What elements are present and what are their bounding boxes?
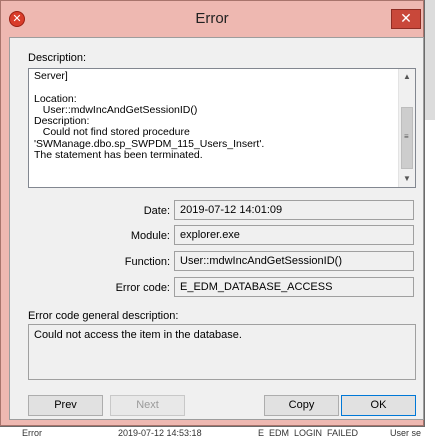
description-scrollbar[interactable]: ▲ ≡ ▼: [398, 69, 415, 187]
scroll-thumb[interactable]: ≡: [401, 107, 413, 169]
error-general-label: Error code general description:: [28, 310, 179, 322]
function-field[interactable]: User::mdwIncAndGetSessionID(): [174, 251, 414, 271]
module-label: Module:: [130, 230, 170, 242]
dialog-title: Error: [195, 10, 229, 27]
description-textarea[interactable]: Server] Location: User::mdwIncAndGetSess…: [28, 68, 416, 188]
background-window-edge: [425, 0, 435, 437]
background-row-user: User se: [390, 428, 422, 437]
description-label: Description:: [28, 52, 87, 64]
prev-button[interactable]: Prev: [28, 395, 103, 416]
next-button[interactable]: Next: [110, 395, 185, 416]
error-dialog: ✕ Error ✕ Description: Server] Location:…: [0, 0, 424, 426]
background-row-status: Error: [22, 428, 42, 437]
module-field[interactable]: explorer.exe: [174, 225, 414, 245]
error-code-field[interactable]: E_EDM_DATABASE_ACCESS: [174, 277, 414, 297]
title-bar[interactable]: ✕ Error ✕: [1, 1, 423, 37]
date-field[interactable]: 2019-07-12 14:01:09: [174, 200, 414, 220]
background-row-code: E_EDM_LOGIN_FAILED: [258, 428, 359, 437]
date-label: Date:: [143, 205, 170, 217]
scroll-down-icon[interactable]: ▼: [399, 171, 415, 187]
dialog-content: Description: Server] Location: User::mdw…: [9, 37, 424, 420]
close-button[interactable]: ✕: [391, 9, 421, 29]
ok-button[interactable]: OK: [341, 395, 416, 416]
scroll-up-icon[interactable]: ▲: [399, 69, 415, 85]
copy-button[interactable]: Copy: [264, 395, 339, 416]
error-general-textarea[interactable]: Could not access the item in the databas…: [28, 324, 416, 380]
function-label: Function:: [124, 256, 170, 268]
error-code-label: Error code:: [115, 282, 170, 294]
description-text: Server] Location: User::mdwIncAndGetSess…: [34, 70, 265, 162]
background-log-row: Error 2019-07-12 14:53:18 E_EDM_LOGIN_FA…: [0, 427, 435, 437]
background-row-timestamp: 2019-07-12 14:53:18: [118, 428, 202, 437]
grip-icon: ≡: [404, 132, 409, 141]
